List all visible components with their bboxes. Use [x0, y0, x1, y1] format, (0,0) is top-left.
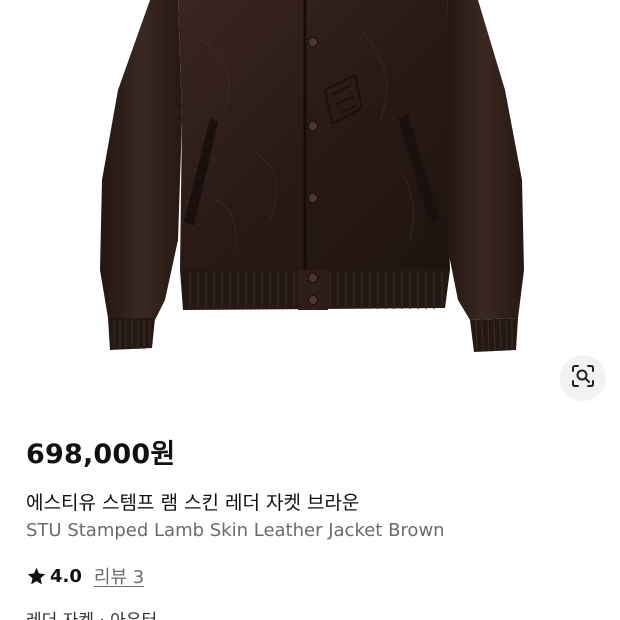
review-count-link[interactable]: 리뷰 3 — [94, 563, 144, 589]
product-title-en: STU Stamped Lamb Skin Leather Jacket Bro… — [26, 520, 445, 541]
jacket-illustration — [100, 0, 524, 352]
rating-value: 4.0 — [50, 565, 82, 587]
image-search-icon — [570, 363, 596, 393]
star-icon — [26, 566, 47, 587]
image-search-button[interactable] — [560, 355, 606, 401]
product-image[interactable] — [0, 0, 620, 410]
product-price: 698,000원 — [26, 439, 176, 470]
product-title-ko: 에스티유 스템프 램 스킨 레더 자켓 브라운 — [26, 492, 360, 514]
rating-row: 4.0 리뷰 3 — [26, 563, 144, 589]
product-category[interactable]: 레더 자켓 · 아우터 — [26, 606, 157, 620]
product-detail-page: 698,000원 에스티유 스템프 램 스킨 레더 자켓 브라운 STU Sta… — [0, 0, 620, 620]
